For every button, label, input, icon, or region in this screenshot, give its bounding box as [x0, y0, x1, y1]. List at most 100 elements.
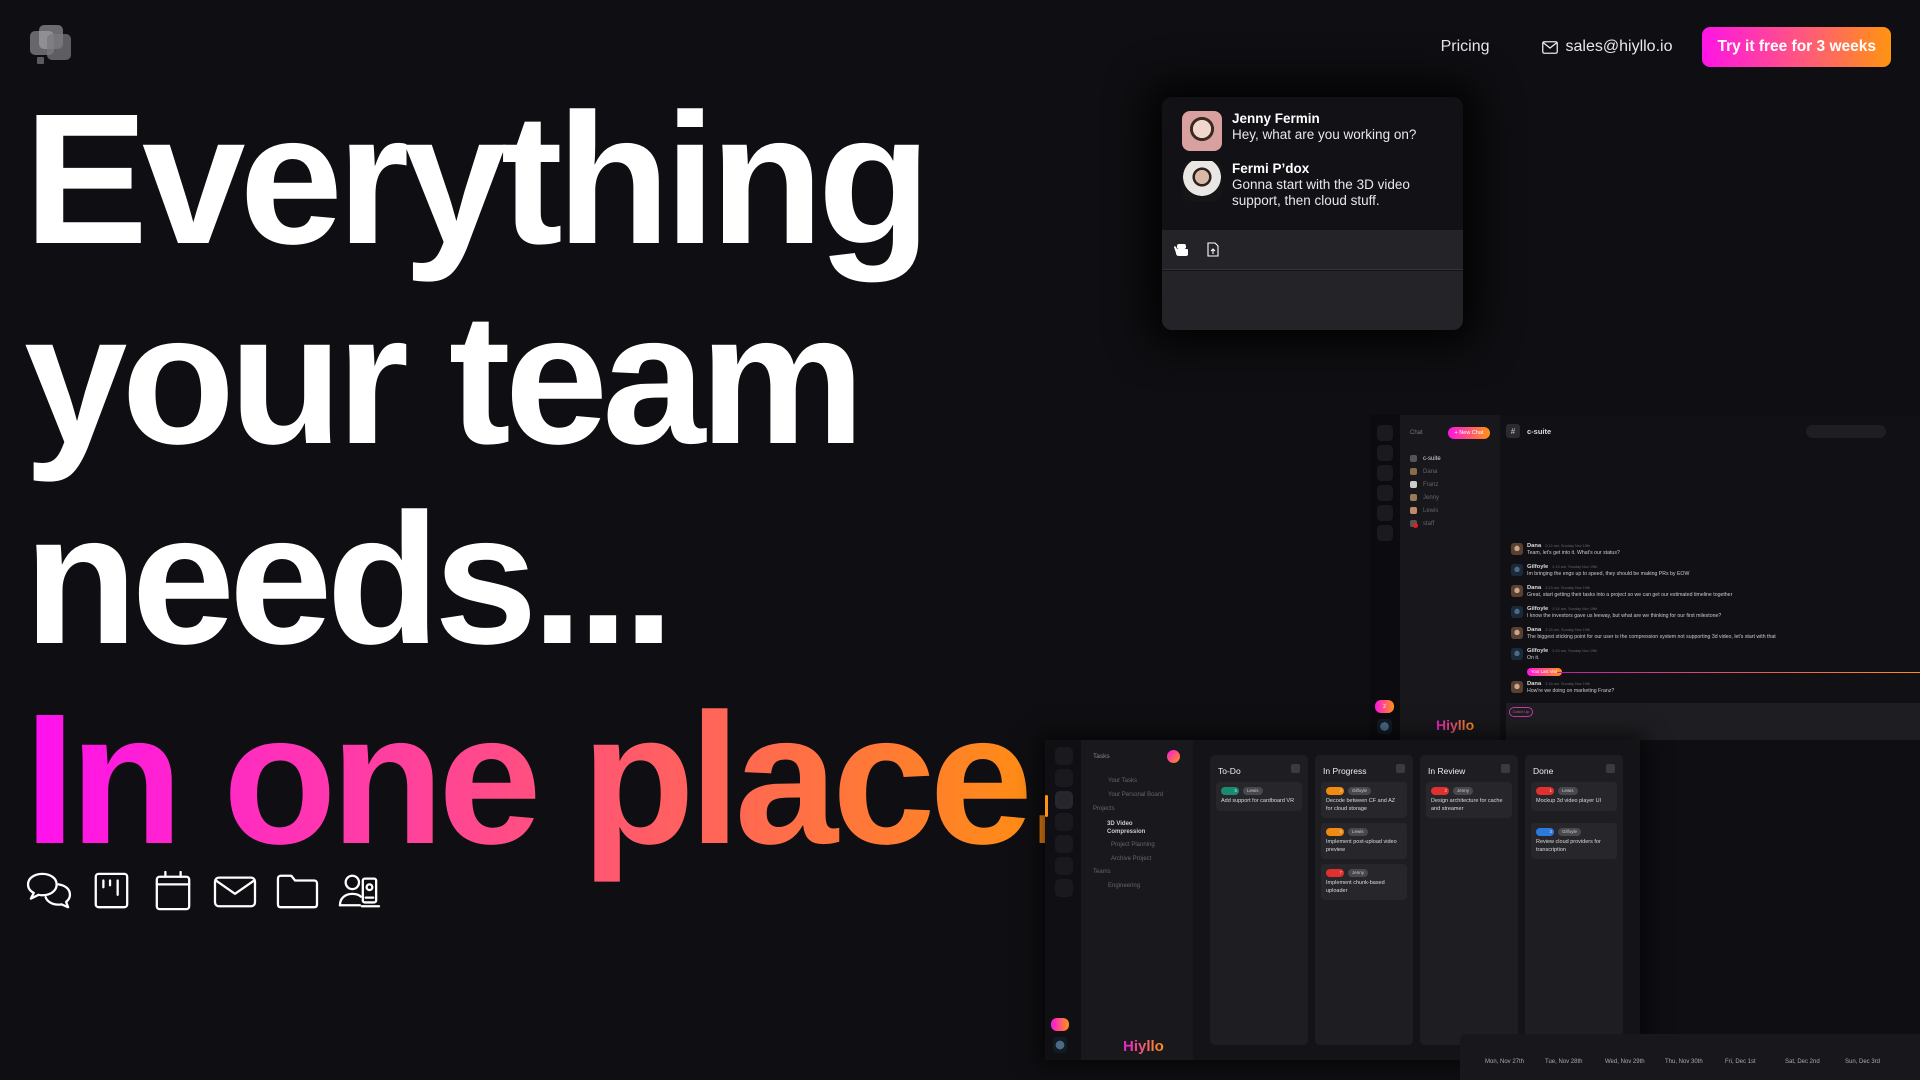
calendar-day: Thu, Nov 30th — [1665, 1059, 1703, 1065]
notification-badge: 2 — [1375, 700, 1394, 713]
kanban-column: In Progress 4 Gilfoyle Decode between CF an… — [1315, 755, 1413, 1045]
channel-item: Lewis — [1410, 507, 1438, 514]
sidebar-item: 3D Video Compression — [1107, 821, 1146, 835]
message-body: Gonna start with the 3D video support, t… — [1232, 177, 1410, 208]
chat-icon — [1377, 445, 1393, 461]
chat-icon — [1055, 769, 1073, 787]
message: Dana 2:16 am, Sunday Nov 19th How're we do… — [1511, 680, 1920, 701]
avatar — [1182, 111, 1222, 151]
settings-icon — [1377, 525, 1393, 541]
app-rail — [1045, 740, 1081, 1060]
sticker-icon[interactable] — [1172, 241, 1190, 259]
task-card: 5 Lewis Add support for cardboard VR — [1216, 782, 1302, 811]
calendar-day: Wed, Nov 29th — [1605, 1059, 1645, 1065]
feature-icons — [24, 870, 384, 912]
active-indicator — [1045, 795, 1048, 817]
message: Dana 2:13 am, Sunday Nov 19th Great, start… — [1511, 584, 1920, 605]
sidebar-title: Tasks — [1093, 753, 1110, 760]
mail-icon — [213, 876, 257, 908]
column-menu-icon — [1396, 764, 1405, 773]
sidebar-item: Archive Project — [1111, 856, 1152, 862]
calendar-day: Tue, Nov 28th — [1545, 1059, 1583, 1065]
task-card: 4 Gilfoyle Decode between CF and AZ for cl… — [1321, 782, 1407, 818]
tasks-icon — [1377, 465, 1393, 481]
sidebar-item: Engineering — [1108, 883, 1141, 889]
folder-icon — [276, 874, 319, 909]
calendar-day: Sun, Dec 3rd — [1845, 1059, 1881, 1065]
priority-tag: 3 — [1536, 828, 1554, 836]
feature-storage[interactable] — [272, 870, 322, 912]
assignee-tag: Gilfoyle — [1558, 828, 1582, 836]
task-title: Decode between CF and AZ for cloud stora… — [1326, 798, 1396, 812]
calendar-icon — [1055, 813, 1073, 831]
file-upload-icon[interactable] — [1204, 241, 1222, 259]
chat-preview-card: Jenny Fermin Hey, what are you working o… — [1162, 97, 1463, 330]
app-chat-screenshot: 2 Chat + New Chat c-suite Dana Franz Jen… — [1370, 415, 1920, 740]
chat-message: Fermi P’dox Gonna start with the 3D vide… — [1172, 161, 1432, 209]
sidebar-item: Your Personal Board — [1108, 792, 1164, 798]
message-body: Hey, what are you working on? — [1232, 127, 1417, 142]
message: Dana 2:15 am, Sunday Nov 19th The biggest … — [1511, 626, 1920, 647]
sidebar-heading: Teams — [1093, 869, 1111, 875]
message: Gilfoyle 2:15 am, Sunday Nov 19th On it. — [1511, 647, 1920, 668]
top-nav: Pricing sales@hiyllo.io Try it free for … — [1441, 27, 1891, 67]
kanban-column: Done 1 Lewis Mockup 3d video player UI 3 Gilf… — [1525, 755, 1623, 1045]
chat-sidebar: Chat + New Chat c-suite Dana Franz Jenny… — [1400, 415, 1500, 740]
channel-header: # c-suite — [1506, 424, 1551, 438]
column-title: Done — [1533, 766, 1554, 776]
hiyllo-logo[interactable] — [28, 24, 72, 66]
message-input[interactable] — [1162, 271, 1463, 330]
calendar-icon — [1377, 485, 1393, 501]
task-title: Implement post-upload video preview — [1326, 839, 1397, 853]
feature-chat[interactable] — [24, 870, 74, 912]
hero-line: your team — [24, 276, 865, 483]
email-address: sales@hiyllo.io — [1565, 38, 1673, 55]
search-icon — [1377, 425, 1393, 441]
kanban-column: In Review 2 Jenny Design architecture for c… — [1420, 755, 1518, 1045]
pricing-link[interactable]: Pricing — [1441, 38, 1490, 56]
channel-item: Dana — [1410, 468, 1437, 475]
column-menu-icon — [1291, 764, 1300, 773]
sidebar-heading: Projects — [1093, 806, 1115, 812]
sidebar-item: Your Tasks — [1108, 778, 1138, 784]
task-title: Mockup 3d video player UI — [1536, 798, 1602, 804]
app-brand: Hiyllo — [1436, 717, 1475, 733]
tasks-icon — [1055, 791, 1073, 809]
add-button — [1167, 750, 1180, 763]
try-free-button[interactable]: Try it free for 3 weeks — [1702, 27, 1891, 67]
channel-item: staff — [1410, 520, 1434, 528]
task-title: Add support for cardboard VR — [1221, 798, 1295, 804]
hash-icon: # — [1506, 424, 1520, 438]
priority-tag: 6 — [1326, 828, 1344, 836]
feature-tasks[interactable] — [86, 870, 136, 912]
calendar-icon — [155, 871, 191, 911]
message-author: Jenny Fermin — [1232, 111, 1320, 126]
contacts-icon — [1377, 505, 1393, 521]
message: Gilfoyle 2:13 am, Sunday Nov 19th Im bring… — [1511, 563, 1920, 584]
priority-tag: 5 — [1221, 787, 1239, 795]
task-card: 1 Lewis Mockup 3d video player UI — [1531, 782, 1617, 811]
column-title: In Progress — [1323, 766, 1367, 776]
column-menu-icon — [1606, 764, 1615, 773]
column-title: To-Do — [1218, 766, 1241, 776]
settings-icon — [1055, 857, 1073, 875]
task-card: 6 Lewis Implement post-upload video previe… — [1321, 823, 1407, 859]
hero-heading: Everything your team needs... In one pla… — [24, 80, 1079, 910]
kanban-board-icon — [94, 872, 129, 909]
notification-badge — [1051, 1018, 1069, 1031]
assignee-tag: Gilfoyle — [1348, 787, 1372, 795]
app-calendar-screenshot: Mon, Nov 27th Tue, Nov 28th Wed, Nov 29th T… — [1460, 1034, 1920, 1080]
sidebar-item: Project Planning — [1111, 842, 1155, 848]
kanban-column: To-Do 5 Lewis Add support for cardboard VR — [1210, 755, 1308, 1045]
feature-mail[interactable] — [210, 870, 260, 912]
email-link[interactable]: sales@hiyllo.io — [1541, 38, 1673, 56]
calendar-day-headers: Mon, Nov 27th Tue, Nov 28th Wed, Nov 29th T… — [1485, 1059, 1905, 1065]
task-card: 2 Jenny Design architecture for cache and … — [1426, 782, 1512, 818]
catch-up-button: Catch Up — [1509, 707, 1533, 717]
feature-contacts[interactable] — [334, 870, 384, 912]
column-menu-icon — [1501, 764, 1510, 773]
feature-calendar[interactable] — [148, 870, 198, 912]
message-author: Fermi P’dox — [1232, 161, 1310, 176]
logo-shape — [47, 34, 71, 60]
app-brand: Hiyllo — [1123, 1038, 1164, 1055]
